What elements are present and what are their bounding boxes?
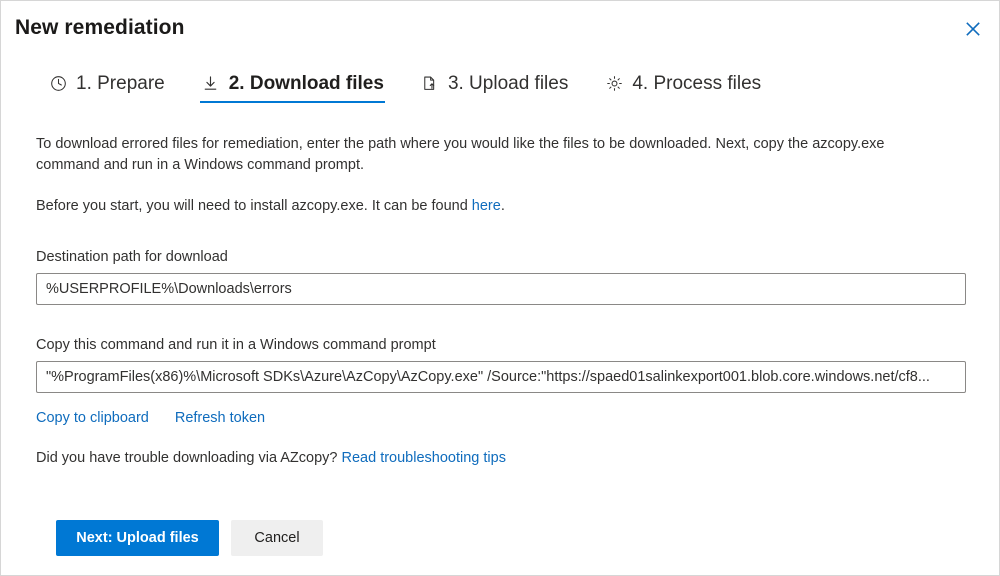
prerequisite-paragraph: Before you start, you will need to insta… (36, 196, 916, 217)
cancel-button[interactable]: Cancel (231, 520, 323, 556)
troubleshooting-prefix: Did you have trouble downloading via AZc… (36, 450, 342, 466)
troubleshooting-text: Did you have trouble downloading via AZc… (36, 450, 969, 466)
dialog-footer: Next: Upload files Cancel (56, 520, 323, 556)
copy-to-clipboard-link[interactable]: Copy to clipboard (36, 410, 149, 426)
download-icon (201, 73, 221, 93)
tab-label: 3. Upload files (448, 74, 568, 93)
tab-label: 4. Process files (632, 74, 761, 93)
azcopy-here-link[interactable]: here (472, 198, 501, 214)
tab-upload-files[interactable]: 3. Upload files (419, 73, 569, 103)
gear-icon (604, 73, 624, 93)
close-icon (965, 21, 981, 37)
command-label: Copy this command and run it in a Window… (36, 337, 969, 353)
destination-path-label: Destination path for download (36, 249, 969, 265)
azcopy-command-input[interactable] (36, 361, 966, 393)
tab-download-files[interactable]: 2. Download files (200, 73, 385, 103)
clock-icon (48, 73, 68, 93)
tab-prepare[interactable]: 1. Prepare (47, 73, 166, 103)
tab-process-files[interactable]: 4. Process files (603, 73, 762, 103)
prerequisite-suffix: . (501, 198, 505, 214)
intro-paragraph: To download errored files for remediatio… (36, 134, 916, 176)
new-remediation-dialog: New remediation 1. Prepare (0, 0, 1000, 576)
prerequisite-text: Before you start, you will need to insta… (36, 198, 472, 214)
upload-file-icon (420, 73, 440, 93)
dialog-header: New remediation (1, 1, 999, 59)
refresh-token-link[interactable]: Refresh token (175, 410, 265, 426)
dialog-body: To download errored files for remediatio… (36, 134, 969, 466)
tab-label: 2. Download files (229, 74, 384, 93)
troubleshooting-tips-link[interactable]: Read troubleshooting tips (342, 450, 506, 466)
close-button[interactable] (957, 13, 989, 45)
command-actions: Copy to clipboard Refresh token (36, 410, 969, 426)
destination-path-input[interactable] (36, 273, 966, 305)
next-upload-files-button[interactable]: Next: Upload files (56, 520, 219, 556)
page-title: New remediation (15, 16, 185, 40)
wizard-tabs: 1. Prepare 2. Download files 3. Upload f… (47, 73, 762, 103)
tab-label: 1. Prepare (76, 74, 165, 93)
